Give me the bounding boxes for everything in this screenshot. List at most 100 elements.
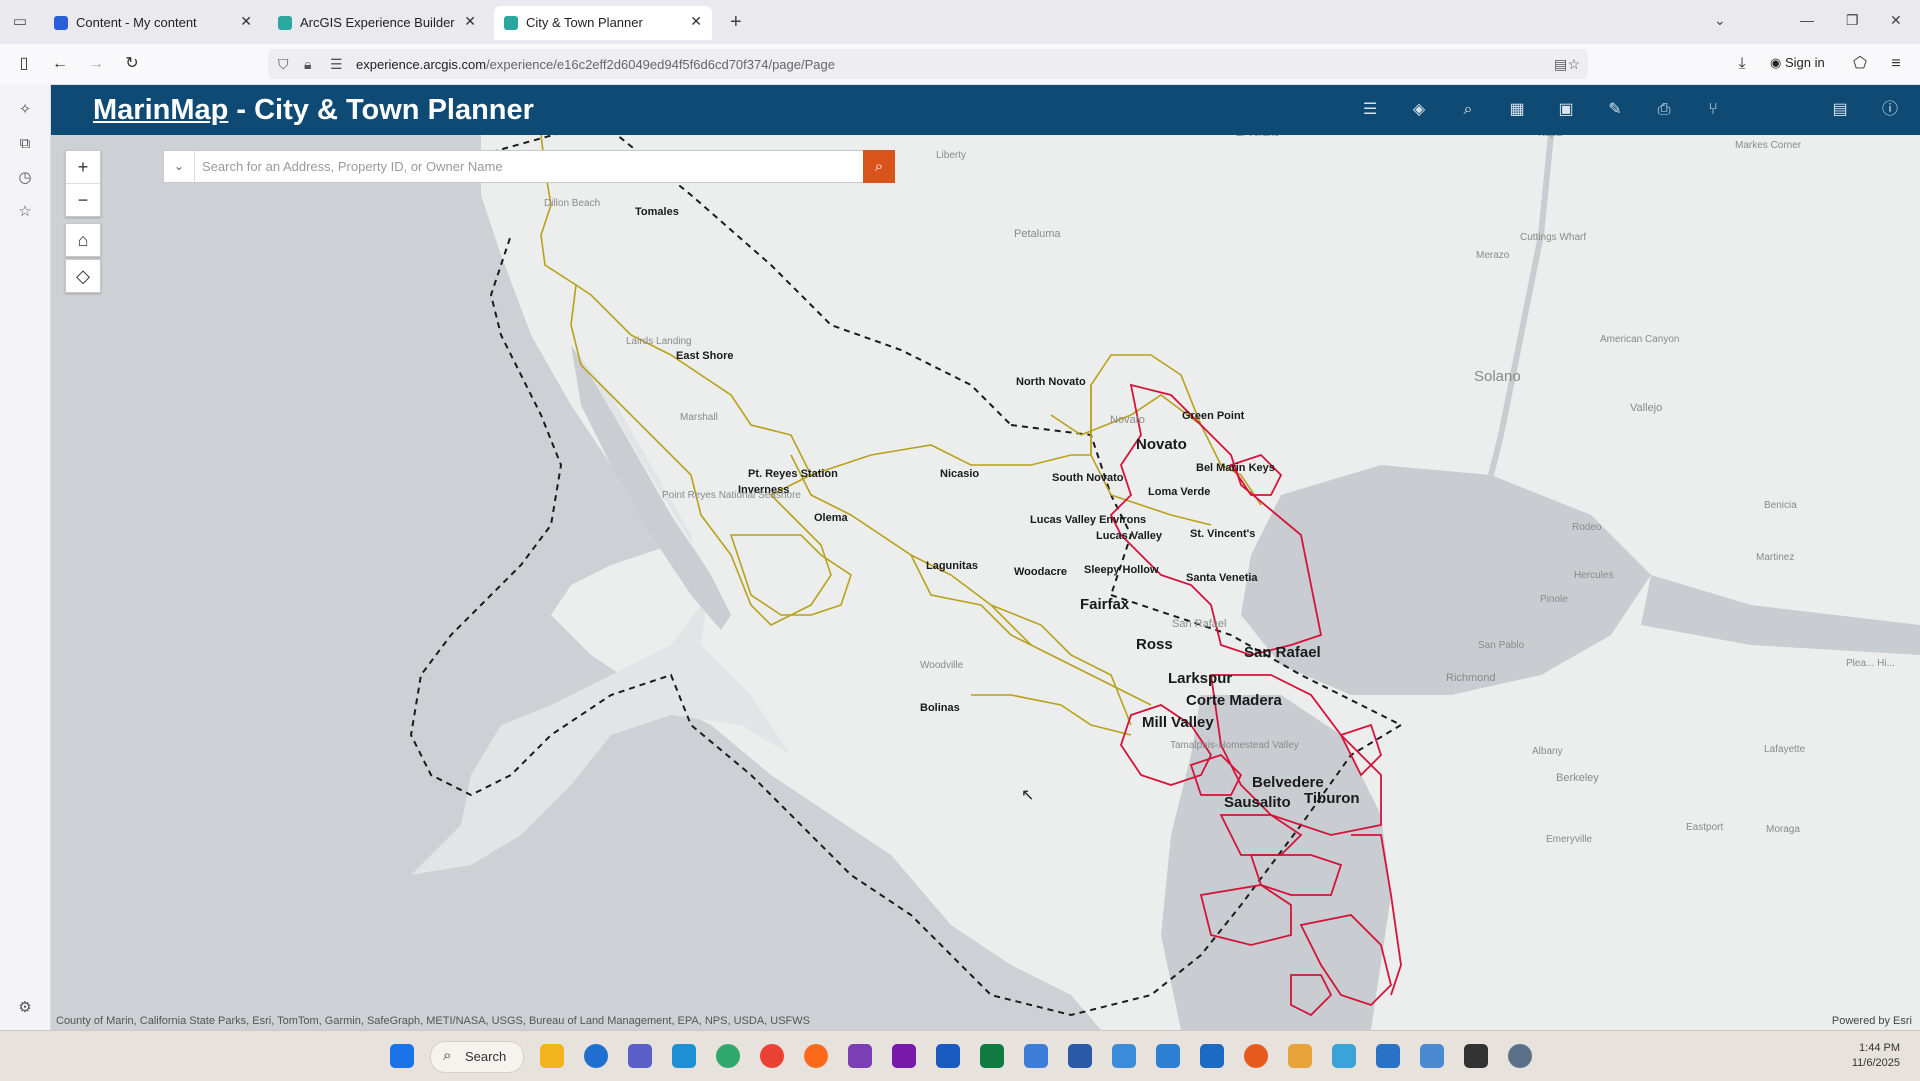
onenote-icon[interactable] xyxy=(892,1044,916,1068)
file-explorer-icon[interactable] xyxy=(540,1044,564,1068)
map-label-san-rafael-small: San Rafael xyxy=(1172,618,1227,630)
close-tab-icon[interactable]: ✕ xyxy=(690,13,702,30)
experience-builder-favicon-icon xyxy=(278,16,292,30)
map-label-lucas-valley-environs: Lucas Valley Environs xyxy=(1030,514,1147,526)
close-tab-icon[interactable]: ✕ xyxy=(240,13,252,30)
app-network-icon[interactable] xyxy=(1288,1044,1312,1068)
outlook-icon[interactable] xyxy=(672,1044,696,1068)
home-icon[interactable]: ⌂ xyxy=(66,224,100,256)
close-tab-icon[interactable]: ✕ xyxy=(464,13,476,30)
settings-gear-icon[interactable]: ⚙ xyxy=(13,996,37,1020)
tab-list-chevron-icon[interactable]: ⌄ xyxy=(1714,12,1726,29)
bookmark-icon[interactable]: ▣ xyxy=(1555,99,1577,121)
app-window-icon[interactable] xyxy=(1420,1044,1444,1068)
bookmark-star-icon[interactable]: ☆ xyxy=(1567,56,1580,73)
synced-tabs-icon[interactable]: ⧉ xyxy=(13,132,37,156)
map-label-pleasant-hill: Plea... Hi... xyxy=(1846,658,1895,669)
permissions-icon[interactable]: ☰ xyxy=(330,56,343,73)
photos-icon[interactable] xyxy=(1024,1044,1048,1068)
calculator-icon[interactable] xyxy=(1068,1044,1092,1068)
map-label-east-shore: East Shore xyxy=(676,350,734,362)
settings-gear-icon[interactable] xyxy=(1508,1044,1532,1068)
map-view[interactable]: Dillon BeachDillon BeachTomalesTwo RockL… xyxy=(51,135,1920,1030)
restore-icon[interactable]: ❐ xyxy=(1846,12,1859,29)
share-icon[interactable]: ⑂ xyxy=(1702,99,1724,121)
map-label-lafayette: Lafayette xyxy=(1764,744,1806,755)
layers-icon[interactable]: ◈ xyxy=(1408,99,1430,121)
zoom-out-button[interactable]: − xyxy=(66,183,100,216)
menu-icon[interactable]: ≡ xyxy=(1884,52,1908,76)
map-label-pinole: Pinole xyxy=(1540,594,1568,605)
forward-arrow-icon[interactable]: → xyxy=(84,52,108,76)
search-button[interactable]: ⌕ xyxy=(863,150,895,183)
firefox-icon[interactable] xyxy=(804,1044,828,1068)
edge-icon[interactable] xyxy=(716,1044,740,1068)
taskbar-clock[interactable]: 1:44 PM 11/6/2025 xyxy=(1852,1041,1900,1071)
minimize-icon[interactable]: — xyxy=(1800,12,1814,28)
sidebar-toggle-icon[interactable]: ▯ xyxy=(12,52,36,76)
info-icon[interactable]: ⓘ xyxy=(1879,99,1901,121)
history-icon[interactable]: ◷ xyxy=(13,166,37,190)
start-menu-icon[interactable] xyxy=(390,1044,414,1068)
chrome-icon[interactable] xyxy=(760,1044,784,1068)
app-cp-icon[interactable] xyxy=(1200,1044,1224,1068)
map-label-larkspur: Larkspur xyxy=(1168,670,1233,687)
map-label-ross: Ross xyxy=(1136,636,1173,653)
reader-mode-icon[interactable]: ▤ xyxy=(1554,56,1567,73)
map-canvas[interactable] xyxy=(51,135,1920,1030)
tab-content-my-content[interactable]: Content - My content ✕ xyxy=(44,6,262,40)
copilot-icon[interactable] xyxy=(848,1044,872,1068)
content-favicon-icon xyxy=(54,16,68,30)
downloads-icon[interactable]: ⤓ xyxy=(1730,52,1754,76)
window-close-icon[interactable]: ✕ xyxy=(1890,12,1902,29)
app-c-icon[interactable] xyxy=(584,1044,608,1068)
table-icon[interactable]: ▤ xyxy=(1829,99,1851,121)
app-notepad-icon[interactable] xyxy=(1332,1044,1356,1068)
app-orange-icon[interactable] xyxy=(1244,1044,1268,1068)
map-label-lairds-landing: Lairds Landing xyxy=(626,336,692,347)
powered-by-esri[interactable]: Powered by Esri xyxy=(1832,1015,1912,1027)
marinmap-link[interactable]: MarinMap xyxy=(93,94,228,126)
legend-list-icon[interactable]: ☰ xyxy=(1359,99,1381,121)
app-shield-icon[interactable] xyxy=(1112,1044,1136,1068)
map-label-mill-valley: Mill Valley xyxy=(1142,714,1214,731)
sign-in-button[interactable]: ◉ Sign in xyxy=(1770,55,1825,71)
reload-icon[interactable]: ↻ xyxy=(120,52,144,76)
shield-icon[interactable]: ⛉ xyxy=(278,56,289,73)
search-input[interactable] xyxy=(200,151,844,182)
new-tab-button[interactable]: + xyxy=(730,11,742,34)
excel-icon[interactable] xyxy=(980,1044,1004,1068)
map-label-rodeo: Rodeo xyxy=(1572,522,1602,533)
print-icon[interactable]: ⎙ xyxy=(1653,99,1675,121)
zoom-in-button[interactable]: + xyxy=(66,151,100,183)
address-bar[interactable]: ⛉ 🔒︎ ☰ experience.arcgis.com/experience/… xyxy=(268,49,1588,79)
app-dark-icon[interactable] xyxy=(1464,1044,1488,1068)
map-label-solano: Solano xyxy=(1474,368,1521,385)
tab-city-town-planner[interactable]: City & Town Planner ✕ xyxy=(494,6,712,40)
ai-sparkle-icon[interactable]: ✧ xyxy=(13,98,37,122)
tab-experience-builder[interactable]: ArcGIS Experience Builder ✕ xyxy=(268,6,486,40)
tab-label: ArcGIS Experience Builder xyxy=(300,15,455,30)
home-control: ⌂ xyxy=(65,223,101,257)
locate-icon[interactable]: ◇ xyxy=(66,260,100,292)
app-blue-icon[interactable] xyxy=(1376,1044,1400,1068)
search-source-dropdown[interactable]: ⌄ xyxy=(164,151,195,182)
word-icon[interactable] xyxy=(936,1044,960,1068)
query-icon[interactable]: ⌕ xyxy=(1457,99,1479,121)
clock-time: 1:44 PM xyxy=(1859,1042,1900,1054)
measure-icon[interactable]: ✎ xyxy=(1604,99,1626,121)
teams-icon[interactable] xyxy=(628,1044,652,1068)
extensions-icon[interactable]: ⬠ xyxy=(1848,52,1872,76)
taskbar-search[interactable]: ⌕ Search xyxy=(430,1041,524,1073)
map-label-fairfax: Fairfax xyxy=(1080,596,1130,613)
app-title-text: - City & Town Planner xyxy=(228,94,534,126)
map-label-olema: Olema xyxy=(814,512,848,524)
lock-icon[interactable]: 🔒︎ xyxy=(304,56,311,73)
bookmarks-star-icon[interactable]: ☆ xyxy=(13,200,37,224)
app-r-icon[interactable] xyxy=(1156,1044,1180,1068)
back-arrow-icon[interactable]: ← xyxy=(48,52,72,76)
tab-actions-icon[interactable]: ▭ xyxy=(10,12,30,32)
map-label-dillon-beach-small: Dillon Beach xyxy=(544,198,601,209)
basemap-gallery-icon[interactable]: ▦ xyxy=(1506,99,1528,121)
map-label-el-verano: El Verano xyxy=(1236,135,1279,139)
